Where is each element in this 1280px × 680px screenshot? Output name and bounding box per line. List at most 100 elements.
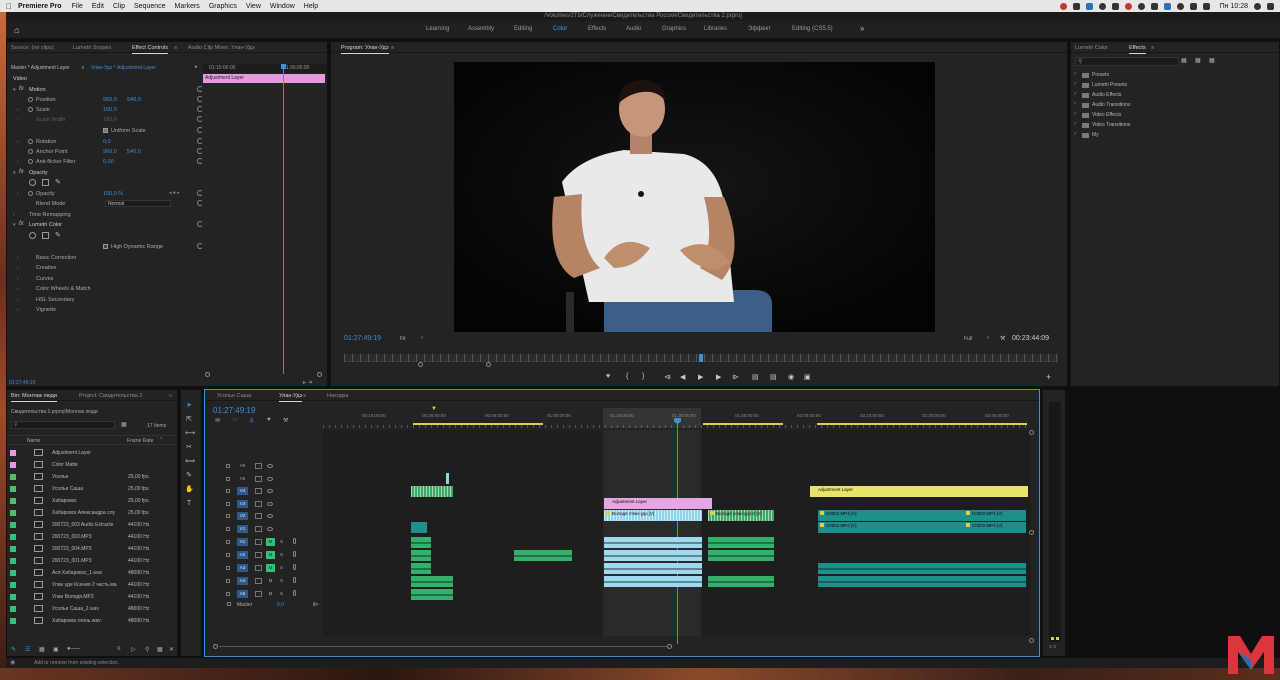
label-color-swatch[interactable] <box>10 618 16 624</box>
chevron-down-icon[interactable]: ∨ <box>986 335 990 341</box>
app-menu[interactable]: Premiere Pro <box>18 3 62 10</box>
mark-out-icon[interactable]: } <box>642 373 644 380</box>
tab-effects[interactable]: Effects <box>1129 45 1146 54</box>
extract-icon[interactable]: ▤ <box>770 373 777 381</box>
bluetooth-icon[interactable] <box>1150 2 1158 10</box>
sync-lock-icon[interactable] <box>255 463 262 469</box>
language-flag-icon[interactable] <box>1163 2 1171 10</box>
row-creative[interactable]: › Creative <box>9 263 205 273</box>
twirl-right-icon[interactable]: › <box>17 191 19 197</box>
twirl-right-icon[interactable]: › <box>17 307 19 313</box>
lock-icon[interactable] <box>226 476 230 481</box>
position-x-value[interactable]: 960,0 <box>103 97 117 103</box>
sort-icon[interactable]: ⌃ <box>159 437 163 443</box>
sync-lock-icon[interactable] <box>255 488 262 494</box>
voiceover-mic-icon[interactable] <box>293 564 296 570</box>
video-clip[interactable]: C0002.MP4 [V] <box>964 522 1026 533</box>
reset-icon[interactable] <box>197 200 203 206</box>
voiceover-mic-icon[interactable] <box>293 577 296 583</box>
tab-source[interactable]: Source: (no clips) <box>11 45 54 51</box>
solo-button[interactable]: S <box>280 590 283 598</box>
mute-button[interactable]: M <box>266 577 275 585</box>
solo-buttons[interactable]: S S <box>1049 644 1056 649</box>
work-area-bar[interactable] <box>703 423 783 425</box>
project-item[interactable]: 200723_003.MP3 44100 Hz <box>6 531 166 543</box>
scroll-start-handle[interactable] <box>213 644 218 649</box>
pen-mask-icon[interactable]: ✎ <box>55 178 61 186</box>
zoom-scroll-right[interactable] <box>486 362 491 367</box>
in-out-range[interactable] <box>603 408 701 428</box>
twirl-right-icon[interactable]: › <box>17 159 19 165</box>
program-playhead[interactable] <box>699 354 703 362</box>
project-item[interactable]: Color Matte <box>6 459 166 471</box>
twirl-right-icon[interactable]: › <box>1074 111 1076 117</box>
project-item[interactable]: Хабаровск Александра слу 25,00 fps <box>6 507 166 519</box>
project-item[interactable]: Усолье Саша 25,00 fps <box>6 483 166 495</box>
wifi-icon[interactable] <box>1176 2 1184 10</box>
eye-icon[interactable] <box>267 526 273 531</box>
master-clip-selector[interactable]: Master * Adjustment Layer <box>11 65 70 71</box>
track-target-label[interactable]: V1 <box>237 524 248 533</box>
play-icon[interactable]: ▶ <box>698 373 703 381</box>
menu-window[interactable]: Window <box>270 3 295 10</box>
hand-tool-icon[interactable]: ✋ <box>185 486 194 494</box>
selection-tool-icon[interactable]: ➤ <box>185 402 193 410</box>
panel-menu-icon[interactable]: ≡ <box>391 45 394 51</box>
work-area-bar[interactable] <box>817 423 1027 425</box>
twirl-right-icon[interactable]: › <box>1074 91 1076 97</box>
display-icon[interactable] <box>1111 2 1119 10</box>
quality-select[interactable]: Full <box>964 336 972 342</box>
row-rotation[interactable]: › Rotation 0,0 <box>9 137 205 147</box>
audio-clip[interactable] <box>411 576 453 587</box>
label-color-swatch[interactable] <box>10 558 16 564</box>
panel-menu-icon[interactable]: ≡ <box>174 45 177 51</box>
label-color-swatch[interactable] <box>10 450 16 456</box>
ellipse-mask-icon[interactable] <box>29 232 36 239</box>
twirl-right-icon[interactable]: › <box>1074 121 1076 127</box>
sync-lock-icon[interactable] <box>255 500 262 507</box>
twirl-right-icon[interactable]: › <box>1074 131 1076 137</box>
timeline-timecode[interactable]: 01:27:49:19 <box>213 406 255 415</box>
twirl-right-icon[interactable]: › <box>17 255 19 261</box>
effect-mini-timeline[interactable]: 01:15:00:00 01:30:00:00 Adjustment Layer <box>203 64 327 374</box>
step-forward-icon[interactable]: ▶ <box>716 373 721 381</box>
workspace-graphics[interactable]: Graphics <box>662 26 686 32</box>
audio-clip[interactable] <box>411 550 431 561</box>
freeform-view-icon[interactable]: ▣ <box>53 646 59 653</box>
lock-icon[interactable] <box>226 464 230 468</box>
anchor-x-value[interactable]: 960,0 <box>103 149 117 155</box>
mini-timeline-scrollbar[interactable] <box>203 372 327 378</box>
video-clip[interactable]: Володя улан-удэ 2 [V] <box>708 510 774 521</box>
export-frame-icon[interactable]: ◉ <box>788 373 794 381</box>
stopwatch-icon[interactable] <box>28 149 33 154</box>
reset-icon[interactable] <box>197 221 203 227</box>
panel-menu-icon[interactable]: ≡ <box>1151 45 1154 51</box>
wrench-icon[interactable]: ⚒ <box>1000 335 1005 342</box>
stopwatch-icon[interactable] <box>28 139 33 144</box>
vertical-scroll-mid[interactable] <box>1029 530 1034 535</box>
reset-icon[interactable] <box>197 190 203 196</box>
twirl-right-icon[interactable]: › <box>17 139 19 145</box>
vertical-scroll-top[interactable] <box>1029 430 1034 435</box>
track-target-label[interactable]: A1 <box>237 538 248 546</box>
row-motion[interactable]: ▾ fx Motion <box>9 85 205 95</box>
project-item[interactable]: Усолье 25,00 fps <box>6 471 166 483</box>
project-item[interactable]: Хабаровск огонь.wav 48000 Hz <box>6 615 166 627</box>
volume-icon[interactable] <box>1189 2 1197 10</box>
row-hsl[interactable]: › HSL Secondary <box>9 295 205 305</box>
track-target-label[interactable]: V6 <box>237 462 248 470</box>
tab-program[interactable]: Program: Улан-Удэ <box>341 45 389 54</box>
chevron-down-icon[interactable]: ∨ <box>420 335 424 341</box>
voiceover-mic-icon[interactable] <box>293 590 296 596</box>
twirl-down-icon[interactable]: ▾ <box>13 222 16 228</box>
nest-icon[interactable]: ✉ <box>215 417 220 424</box>
twirl-right-icon[interactable]: › <box>17 286 19 292</box>
track-select-tool-icon[interactable]: ⇱ <box>185 416 193 424</box>
anchor-y-value[interactable]: 540,0 <box>127 149 141 155</box>
row-opacity[interactable]: › Opacity 100,0 % ◂ ● ▸ <box>9 189 205 199</box>
mute-button[interactable]: M <box>266 551 275 559</box>
workspace-assembly[interactable]: Assembly <box>468 26 494 32</box>
row-hdr[interactable]: High Dynamic Range <box>9 242 205 252</box>
audio-clip[interactable] <box>514 550 572 561</box>
solo-button[interactable]: S <box>280 551 283 559</box>
